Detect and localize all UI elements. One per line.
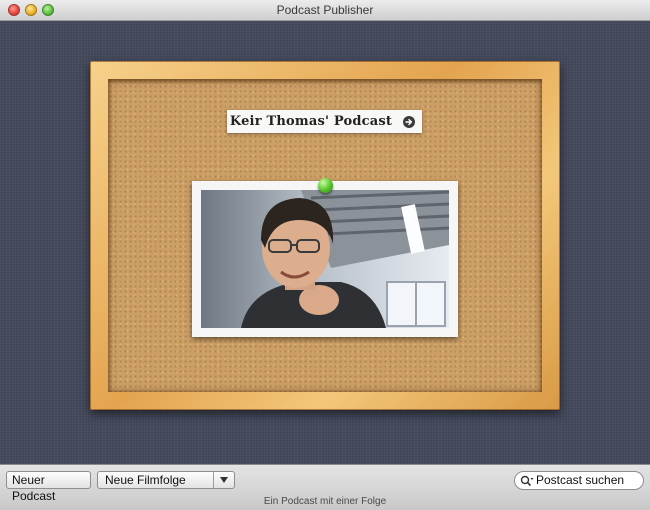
podcast-title-text: Keir Thomas' Podcast [229, 114, 393, 129]
arrow-right-circle-icon[interactable] [403, 116, 415, 128]
podcast-publisher-window: Podcast Publisher Keir Thomas' Podcast N… [0, 0, 650, 510]
bottom-toolbar: Neuer Podcast Neue Filmfolge Postcast su… [0, 464, 650, 510]
search-icon [520, 474, 534, 492]
new-podcast-button[interactable]: Neuer Podcast [6, 471, 91, 503]
status-text: Ein Podcast mit einer Folge [263, 496, 387, 507]
episode-photo-image [201, 190, 449, 328]
chevron-down-icon[interactable] [213, 472, 234, 488]
search-field[interactable]: Postcast suchen [514, 471, 644, 490]
title-bar[interactable]: Podcast Publisher [0, 0, 650, 21]
green-pushpin-icon [318, 178, 333, 193]
window-title: Podcast Publisher [276, 3, 374, 17]
podcast-title-label[interactable]: Keir Thomas' Podcast [227, 110, 422, 133]
episode-photo[interactable] [192, 181, 458, 337]
new-episode-popup[interactable]: Neue Filmfolge [97, 471, 235, 489]
search-placeholder: Postcast suchen [536, 473, 625, 487]
new-episode-popup-label: Neue Filmfolge [105, 473, 186, 487]
